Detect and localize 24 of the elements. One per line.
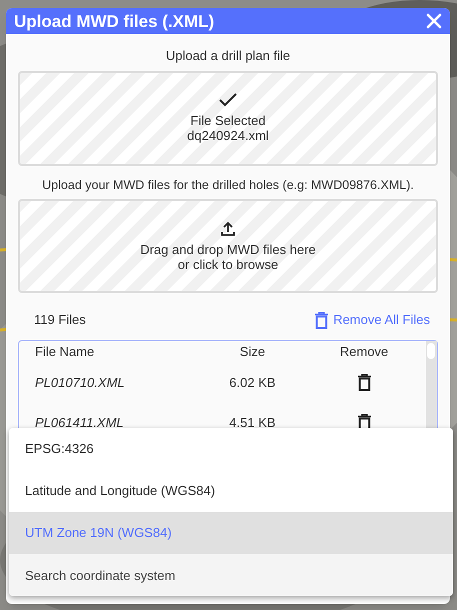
trash-icon[interactable] [358, 374, 371, 392]
search-field[interactable]: Search coordinate system [9, 554, 453, 596]
trash-icon [315, 312, 328, 328]
checkmark-icon [219, 93, 237, 107]
file-name-cell-text: PL010710.XML [34, 374, 126, 392]
column-header: Remove [338, 343, 390, 361]
drop-zone[interactable]: Drag and drop MWD files here or click to browse [18, 199, 438, 294]
section-label: Upload your MWD files for the drilled holes (e.g: MWD09876.XML). [41, 176, 415, 194]
window-title: Upload MWD files (.XML) [14, 12, 214, 30]
section-label: Upload a drill plan file [164, 47, 292, 65]
menu-item[interactable]: Latitude and Longitude (WGS84) [9, 470, 453, 512]
close-icon[interactable] [426, 13, 442, 29]
file-name: dq240924.xml [187, 128, 269, 143]
drop-prompt: or click to browse [178, 256, 278, 272]
file-count: 119 Files [34, 311, 86, 330]
column-header: File Name [34, 343, 96, 361]
menu-item[interactable]: EPSG:4326 [9, 428, 453, 470]
drop-prompt: Drag and drop MWD files here [140, 242, 316, 257]
upload-icon [220, 220, 236, 237]
size-cell-text: 6.02 KB [228, 374, 277, 392]
status-text: File Selected [190, 113, 266, 128]
remove-all-button[interactable]: Remove All Files [315, 310, 430, 330]
column-header: Size [238, 343, 266, 361]
drop-zone[interactable]: File Selected dq240924.xml [18, 70, 438, 166]
